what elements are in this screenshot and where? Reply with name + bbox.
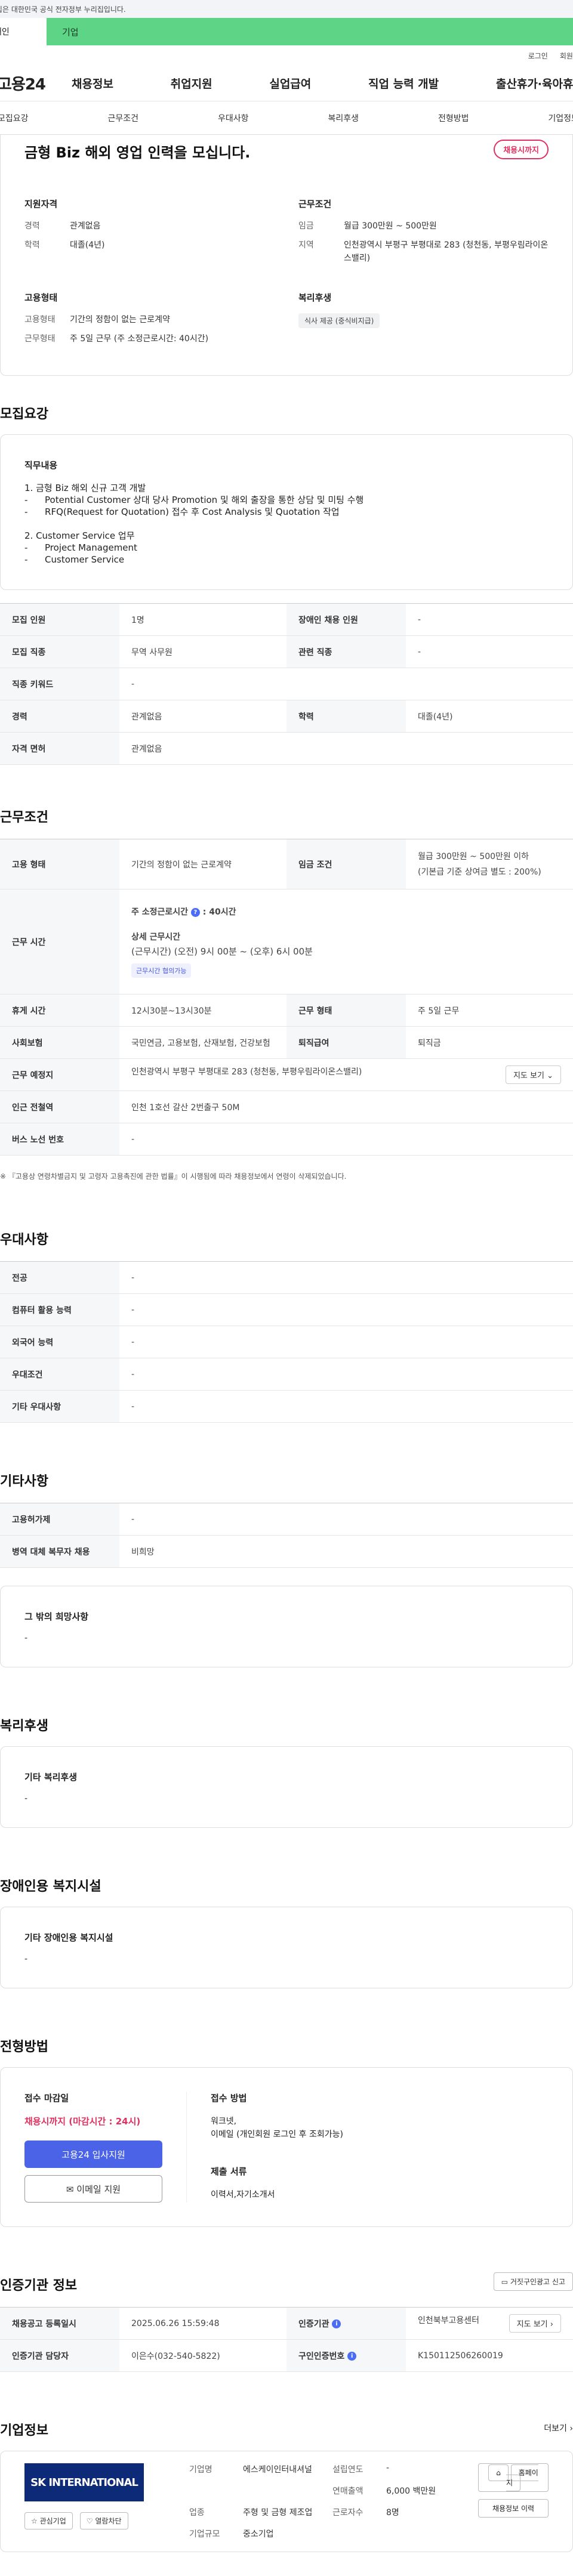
heart-icon: ♡ (86, 2517, 93, 2525)
company-logo: SK INTERNATIONAL (24, 2463, 144, 2501)
table-row: 인근 전철역 인천 1호선 갈산 2번출구 50M (0, 1091, 573, 1123)
work-table: 고용 형태 기간의 정함이 없는 근로계약 임금 조건 월급 300만원 ~ 500… (0, 839, 573, 1156)
section-cert-title: 인증기관 정보 (0, 2278, 78, 2293)
duty-box: 직무내용 1. 금형 Biz 해외 신규 고객 개발 - Potential C… (0, 434, 573, 590)
apply-button[interactable]: 고용24 입사지원 (24, 2141, 162, 2168)
section-work-title: 근무조건 (0, 810, 48, 825)
company-info-grid: 기업명 에스케이인터내셔널 설립연도 - 연매출액 6,000 백만원 업종 주형 및 … (189, 2463, 436, 2539)
snb-welfare[interactable]: 복리후생 (328, 112, 359, 124)
tab-personal[interactable]: 개인 (0, 18, 47, 45)
section-company-title: 기업정보 (0, 2423, 48, 2438)
snb-recruit[interactable]: 모집요강 (0, 112, 29, 124)
home-icon: ⌂ (488, 2464, 509, 2481)
qualification-block: 지원자격 경력 관계없음 학력 대졸(4년) (24, 199, 105, 250)
table-row: 기타 우대사항 - (0, 1390, 573, 1423)
chevron-right-icon: › (569, 2424, 573, 2433)
site-tabbar: 개인 기업 (0, 18, 573, 45)
table-row: 모집 인원 1명 장애인 채용 인원 - (0, 603, 573, 636)
gnb-item-jobs[interactable]: 채용정보 (72, 75, 113, 91)
table-row: 모집 직종 무역 사무원 관련 직종 - (0, 635, 573, 668)
conditions-block: 근무조건 임금 월급 300만원 ~ 500만원 지역 인천광역시 부평구 부평대로… (298, 199, 549, 263)
gnb-item-training[interactable]: 직업 능력 개발 (368, 75, 439, 91)
welfare-chip: 식사 제공 (중식비지급) (298, 313, 380, 328)
snb-company[interactable]: 기업정보 (548, 112, 573, 124)
table-row: 외국어 능력 - (0, 1326, 573, 1358)
table-row: 병역 대체 복무자 채용 비희망 (0, 1535, 573, 1568)
table-row: 직종 키워드 - (0, 668, 573, 700)
gnb-item-support[interactable]: 취업지원 (171, 75, 212, 91)
pref-table: 전공 - 컴퓨터 활용 능력 - 외국어 능력 - 우대조건 - 기타 우대사항 - (0, 1261, 573, 1423)
table-row: 사회보험 국민연금, 고용보험, 산재보험, 건강보험 퇴직급여 퇴직금 (0, 1026, 573, 1059)
status-badge: 채용시까지 (494, 140, 549, 159)
deadline-text: 채용시까지 (마감시간 : 24시) (24, 2116, 141, 2127)
global-nav: 고용24 채용정보 취업지원 실업급여 직업 능력 개발 출산휴가·육아휴직 (0, 66, 573, 101)
section-welfare-title: 복리후생 (0, 1719, 48, 1734)
summary-card: 채용시까지 금형 Biz 해외 영업 인력을 모십니다. 지원자격 경력 관계없음… (0, 135, 573, 376)
cert-table: 채용공고 등록일시 2025.06.26 15:59:48 인증기관 i 인천북부고용… (0, 2307, 573, 2372)
gov-banner-text: 이 누리집은 대한민국 공식 전자정부 누리집입니다. (0, 5, 126, 14)
duty-text: 1. 금형 Biz 해외 신규 고객 개발 - Potential Custom… (24, 483, 364, 565)
hope-box: 그 밖의 희망사항 - (0, 1586, 573, 1667)
cert-map-button[interactable]: 지도 보기 › (509, 2314, 561, 2333)
snb-pref[interactable]: 우대사항 (218, 112, 249, 124)
interest-button[interactable]: ☆ 관심기업 (24, 2512, 73, 2529)
hours-negotiable-chip: 근무시간 협의가능 (131, 963, 192, 978)
more-link[interactable]: 더보기 › (544, 2422, 573, 2434)
table-row: 전공 - (0, 1261, 573, 1294)
chevron-right-icon: › (550, 2320, 553, 2329)
gnb-item-benefit[interactable]: 실업급여 (269, 75, 311, 91)
table-row: 채용공고 등록일시 2025.06.26 15:59:48 인증기관 i 인천북부고용… (0, 2307, 573, 2340)
map-button[interactable]: 지도 보기 ⌄ (505, 1065, 561, 1084)
gnb-item-leave[interactable]: 출산휴가·육아휴직 (496, 75, 573, 91)
job-title: 금형 Biz 해외 영업 인력을 모십니다. (24, 144, 251, 161)
document-icon: ▭ (501, 2278, 509, 2286)
company-card: SK INTERNATIONAL ☆ 관심기업 ♡ 열람차단 기업명 에스케이인터… (0, 2451, 573, 2552)
block-button[interactable]: ♡ 열람차단 (79, 2512, 128, 2529)
table-row: 인증기관 담당자 이은수(032-540-5822) 구인인증번호 i K150112… (0, 2339, 573, 2372)
table-row: 휴게 시간 12시30분~13시30분 근무 형태 주 5일 근무 (0, 994, 573, 1027)
help-icon[interactable]: i (347, 2352, 357, 2361)
etc-table: 고용허가제 - 병역 대체 복무자 채용 비희망 (0, 1503, 573, 1568)
recruit-table: 모집 인원 1명 장애인 채용 인원 - 모집 직종 무역 사무원 관련 직종 - 직종 키… (0, 603, 573, 765)
mail-icon: ✉ (66, 2183, 74, 2195)
email-apply-button[interactable]: ✉ 이메일 지원 (24, 2175, 162, 2203)
login-link[interactable]: 로그인 (528, 51, 548, 61)
join-link[interactable]: 회원가입 (560, 51, 573, 61)
section-pref-title: 우대사항 (0, 1233, 48, 1247)
age-notice: ※ 『고용상 연령차별금지 및 고령자 고용촉진에 관한 법률』이 시행됨에 따… (0, 1172, 347, 1181)
tab-corporate[interactable]: 기업 (47, 18, 573, 45)
welfare-box: 기타 복리후생 - (0, 1746, 573, 1828)
homepage-button[interactable]: ⌂ 홈페이지 (478, 2463, 549, 2492)
section-apply-title: 전형방법 (0, 2040, 48, 2055)
help-icon[interactable]: ? (190, 907, 200, 917)
section-etc-title: 기타사항 (0, 1474, 48, 1489)
gov-banner: 이 누리집은 대한민국 공식 전자정부 누리집입니다. (0, 0, 573, 18)
table-row: 고용허가제 - (0, 1503, 573, 1536)
star-icon: ☆ (31, 2517, 38, 2525)
table-row: 근무 예정지 인천광역시 부평구 부평대로 283 (청천동, 부평우림라이온스밸… (0, 1058, 573, 1091)
table-row: 우대조건 - (0, 1358, 573, 1391)
section-nav: 모집요강 근무조건 우대사항 복리후생 전형방법 기업정보 (0, 101, 573, 135)
site-logo[interactable]: 고용24 (0, 72, 72, 94)
table-row: 고용 형태 기간의 정함이 없는 근로계약 임금 조건 월급 300만원 ~ 500… (0, 839, 573, 889)
disabled-box: 기타 장애인용 복지시설 - (0, 1907, 573, 1988)
table-row: 근무 시간 주 소정근로시간 ? : 40시간 상세 근무시간 (근무시간) (… (0, 889, 573, 994)
chevron-down-icon: ⌄ (547, 1071, 553, 1080)
table-row: 컴퓨터 활용 능력 - (0, 1293, 573, 1326)
help-icon[interactable]: i (332, 2319, 341, 2328)
utility-menu: 로그인 회원가입 (0, 45, 573, 66)
table-row: 경력 관계없음 학력 대졸(4년) (0, 700, 573, 733)
employment-block: 고용형태 고용형태 기간의 정함이 없는 근로계약 근무형태 주 5일 근무 (주 … (24, 292, 209, 344)
section-recruit-title: 모집요강 (0, 407, 48, 422)
snb-work[interactable]: 근무조건 (107, 112, 138, 124)
table-row: 자격 면허 관계없음 (0, 732, 573, 765)
report-button[interactable]: ▭ 거짓구인광고 신고 (493, 2272, 573, 2291)
apply-box: 접수 마감일 채용시까지 (마감시간 : 24시) 고용24 입사지원 ✉ 이메… (0, 2067, 573, 2227)
snb-apply[interactable]: 전형방법 (438, 112, 469, 124)
section-disabled-title: 장애인용 복지시설 (0, 1879, 101, 1894)
welfare-block: 복리후생 식사 제공 (중식비지급) (298, 291, 549, 351)
table-row: 버스 노선 번호 - (0, 1123, 573, 1156)
job-history-button[interactable]: 채용정보 이력 (478, 2499, 549, 2518)
